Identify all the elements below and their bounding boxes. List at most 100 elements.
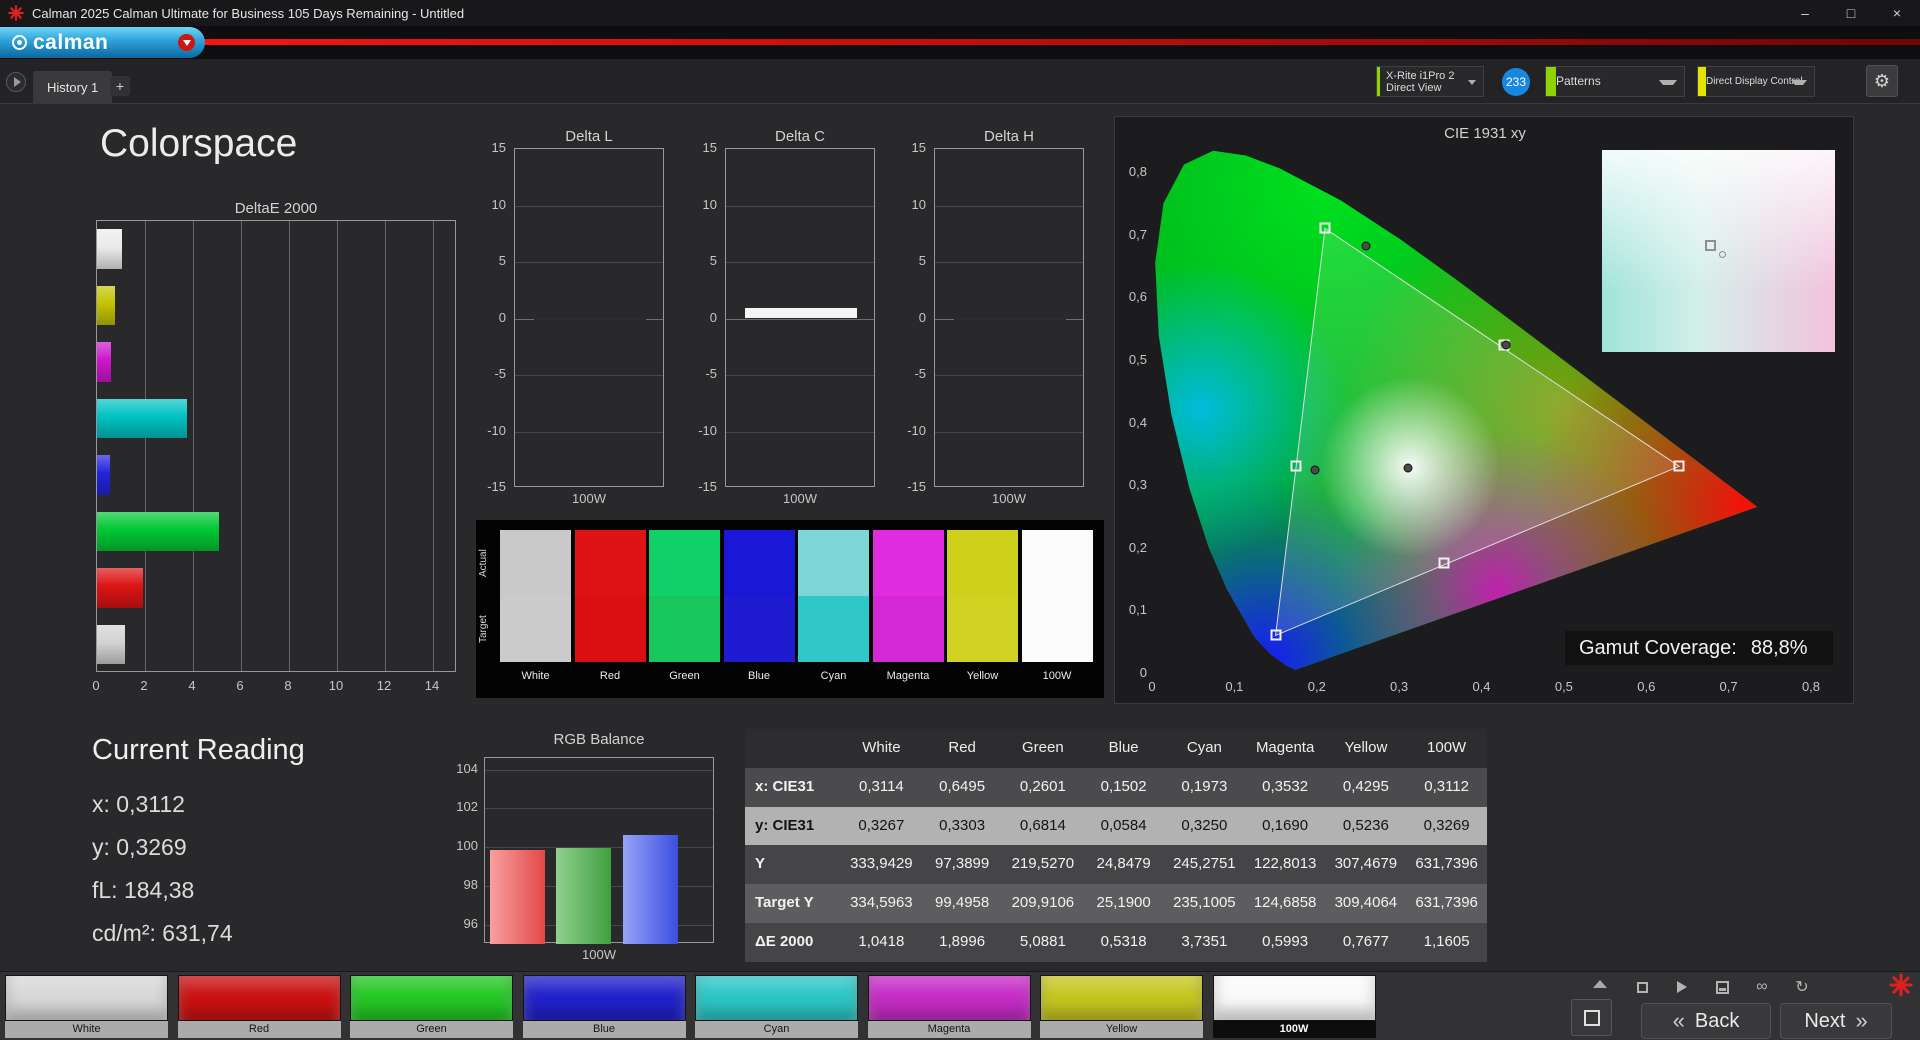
- tab-history-1[interactable]: History 1: [33, 71, 113, 104]
- y-tick-label: -5: [494, 366, 506, 381]
- chart-title: Delta C: [774, 128, 826, 145]
- swatch-target-magenta: [872, 596, 944, 662]
- display-accent: [1698, 67, 1706, 96]
- chevron-up-icon: [1593, 975, 1607, 988]
- y-gridline: [726, 375, 874, 376]
- value-cell: 0,3112: [1424, 777, 1469, 795]
- target-row-label: Target: [478, 615, 489, 643]
- window-title: Calman 2025 Calman Ultimate for Business…: [32, 5, 465, 21]
- play-button[interactable]: [1672, 977, 1692, 997]
- x-gridline: [289, 221, 290, 671]
- collapse-button[interactable]: [1588, 975, 1612, 988]
- value-cell: 0,3250: [1181, 816, 1228, 834]
- pattern-button-yellow[interactable]: Yellow: [1040, 975, 1203, 1038]
- value-cell: 0,6814: [1019, 816, 1066, 834]
- brand-stripe: [0, 39, 1920, 45]
- delta-bar: [954, 317, 1066, 320]
- x-tick-label: 4: [188, 678, 196, 693]
- pattern-button-blue[interactable]: Blue: [522, 975, 686, 1038]
- pattern-button-magenta[interactable]: Magenta: [867, 975, 1031, 1038]
- y-gridline: [515, 375, 663, 376]
- x-axis-label: 100W: [572, 491, 606, 506]
- pattern-button-100w[interactable]: 100W: [1212, 975, 1376, 1038]
- pattern-button-green[interactable]: Green: [350, 975, 513, 1038]
- measurement-table: White Red Green Blue Cyan Magenta Yellow 100W x:…: [745, 729, 1487, 962]
- y-tick-label: -10: [698, 422, 717, 438]
- value-cell: 1,8996: [939, 932, 986, 950]
- save-button[interactable]: [1712, 977, 1732, 997]
- x-tick-label: 10: [328, 678, 344, 693]
- value-cell: 0,3267: [858, 816, 905, 834]
- gamut-coverage: Gamut Coverage: 88,8%: [1565, 631, 1833, 665]
- value-cell: 309,4064: [1334, 894, 1398, 912]
- x-axis-label: 100W: [992, 491, 1026, 506]
- swatch-target-100w: [1021, 596, 1093, 662]
- value-cell: 0,5236: [1342, 816, 1389, 834]
- measured-marker: [1310, 465, 1319, 474]
- value-cell: 124,6858: [1253, 894, 1317, 912]
- plot-area: [484, 757, 714, 944]
- y-tick-label: 10: [491, 196, 506, 212]
- header-cell: Magenta: [1255, 739, 1315, 756]
- x-tick-label: 12: [376, 678, 392, 693]
- y-gridline: [726, 205, 874, 207]
- value-cell: 0,6495: [939, 777, 986, 795]
- row-label: Y: [755, 855, 766, 873]
- pattern-label: White: [5, 1021, 168, 1038]
- tab-scroll-button[interactable]: [6, 72, 26, 92]
- value-cell: 0,5318: [1100, 932, 1147, 950]
- header-cell: Red: [948, 739, 976, 756]
- add-tab-button[interactable]: +: [110, 76, 130, 96]
- pattern-bar: White Red Green Blue Cyan Magenta Yellow 100W ∞…: [0, 971, 1920, 1040]
- value-cell: 0,3114: [858, 777, 904, 795]
- table-row: x: CIE31 0,3114 0,6495 0,2601 0,1502 0,1973 0,…: [745, 767, 1487, 807]
- display-window-button[interactable]: [1571, 999, 1612, 1036]
- pattern-button-white[interactable]: White: [5, 975, 168, 1038]
- row-label: x: CIE31: [755, 777, 815, 795]
- display-control-select[interactable]: Direct Display Control: [1697, 66, 1815, 97]
- bar-100w: [97, 624, 125, 664]
- swatch-actual-magenta: [872, 530, 944, 596]
- calman-logo-button[interactable]: calman: [0, 27, 205, 58]
- pattern-label: Green: [350, 1021, 513, 1038]
- gamut-coverage-value: 88,8%: [1750, 636, 1808, 659]
- close-button[interactable]: ×: [1874, 0, 1920, 26]
- meter-count-badge[interactable]: 233: [1502, 68, 1530, 96]
- header-cell: Yellow: [1344, 739, 1388, 756]
- value-cell: 0,3269: [1423, 816, 1470, 834]
- x-tick-label: 2: [140, 678, 148, 693]
- delta-l-chart: Delta L 15 10 5 0 -5 -10 -15 100W: [474, 128, 674, 513]
- y-gridline: [515, 431, 663, 433]
- settings-button[interactable]: ⚙: [1866, 65, 1898, 97]
- value-cell: 0,3532: [1262, 777, 1309, 795]
- y-tick-label: 10: [702, 196, 717, 212]
- y-tick-label: 98: [463, 876, 478, 892]
- patterns-select[interactable]: Patterns: [1545, 66, 1685, 97]
- y-gridline: [935, 205, 1083, 207]
- pattern-button-red[interactable]: Red: [177, 975, 341, 1038]
- pattern-swatch: [1212, 975, 1376, 1021]
- pattern-button-cyan[interactable]: Cyan: [695, 975, 858, 1038]
- target-marker: [1270, 629, 1282, 641]
- stop-icon: [1636, 981, 1648, 993]
- pattern-label: Red: [177, 1021, 341, 1038]
- refresh-button[interactable]: ↻: [1792, 977, 1812, 997]
- maximize-button[interactable]: □: [1828, 0, 1874, 26]
- titlebar: Calman 2025 Calman Ultimate for Business…: [0, 0, 1920, 26]
- next-button[interactable]: Next »: [1780, 1003, 1892, 1039]
- y-tick-label: 100: [456, 838, 478, 854]
- value-cell: 0,5993: [1262, 932, 1309, 950]
- minimize-button[interactable]: –: [1782, 0, 1828, 26]
- link-button[interactable]: ∞: [1752, 977, 1772, 997]
- y-tick-label: -10: [487, 422, 506, 438]
- back-button[interactable]: « Back: [1641, 1003, 1771, 1039]
- meter-select[interactable]: X-Rite i1Pro 2 Direct View: [1376, 66, 1484, 97]
- y-tick-label: 96: [463, 915, 478, 931]
- y-tick-label: -10: [907, 422, 926, 438]
- logo-menu-arrow-icon[interactable]: [178, 34, 195, 51]
- stop-button[interactable]: [1632, 977, 1652, 997]
- y-tick-label: 15: [911, 140, 926, 155]
- target-marker: [1319, 222, 1331, 234]
- value-cell: 99,4958: [935, 894, 990, 912]
- y-tick-label: -5: [705, 366, 717, 381]
